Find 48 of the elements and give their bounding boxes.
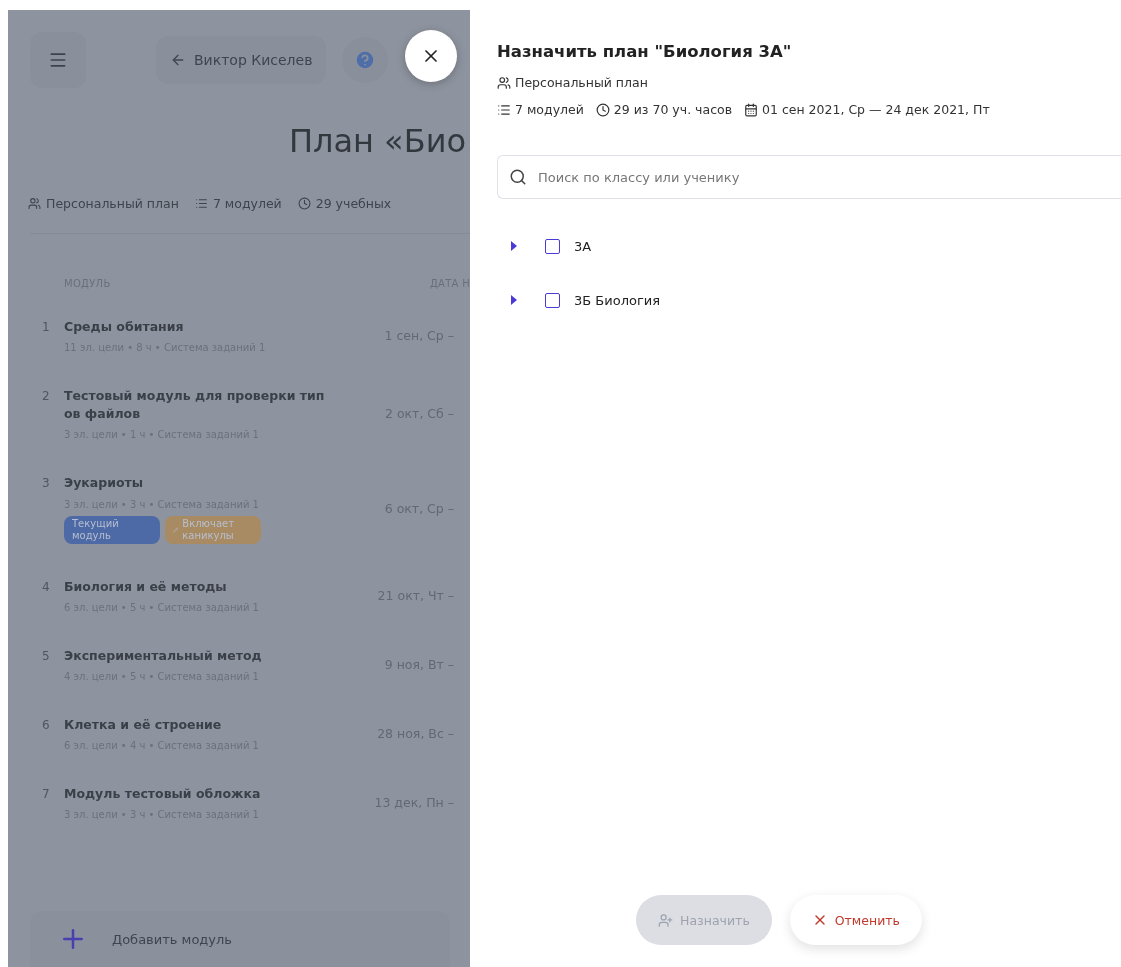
tree-label[interactable]: 3Б Биология	[574, 292, 660, 308]
pencil-icon	[173, 525, 179, 534]
row-number: 3	[42, 476, 51, 491]
meta-text: 7 модулей	[515, 102, 584, 117]
module-tag: Включает каникулы	[165, 515, 261, 544]
module-title[interactable]: Среды обитания	[64, 318, 326, 337]
checkbox[interactable]	[545, 238, 560, 254]
module-title[interactable]: Биология и её методы	[64, 577, 326, 596]
meta-text: 7 модулей	[212, 196, 282, 211]
clock-icon	[297, 197, 311, 210]
checkbox[interactable]	[545, 292, 560, 308]
module-title[interactable]: Экспериментальный метод	[64, 646, 326, 665]
back-link[interactable]: Виктор Киселев	[156, 36, 327, 84]
page-title: План «Био	[287, 122, 467, 160]
meta-text: Персональный план	[46, 196, 179, 211]
row-number: 6	[42, 717, 51, 732]
row-number: 5	[42, 648, 51, 663]
people-icon	[28, 197, 41, 210]
clock-icon	[595, 102, 610, 117]
list-icon	[194, 197, 208, 210]
row-number: 2	[42, 389, 51, 404]
tree-label[interactable]: 3А	[574, 238, 592, 254]
menu-icon	[48, 50, 68, 70]
meta-text: 29 из 70 уч. часов	[613, 102, 733, 117]
menu-button[interactable]	[30, 32, 86, 88]
row-number: 1	[42, 320, 51, 334]
help-icon	[354, 49, 377, 71]
expand-caret-icon[interactable]	[511, 241, 517, 251]
module-title[interactable]: Модуль тестовый обложка	[64, 784, 326, 803]
calendar-icon	[744, 102, 759, 117]
cancel-button[interactable]: Отменить	[789, 895, 922, 945]
meta-text: 29 учебных	[315, 196, 392, 211]
meta-text: 01 сен 2021, Ср — 24 дек 2021, Пт	[762, 102, 990, 117]
add-user-icon	[658, 912, 674, 928]
module-title[interactable]: Тестовый модуль для проверки типов файлов	[64, 387, 326, 424]
row-number: 4	[42, 579, 51, 594]
expand-caret-icon[interactable]	[511, 295, 517, 305]
module-title[interactable]: Клетка и её строение	[64, 715, 326, 734]
search-field[interactable]: Поиск по классу или ученику	[497, 155, 1121, 199]
row-number: 7	[42, 786, 51, 801]
search-icon	[509, 168, 527, 186]
list-icon	[497, 102, 511, 117]
close-button[interactable]	[405, 30, 457, 82]
drawer-title: Назначить план "Биология 3А"	[497, 42, 793, 61]
module-tag: Текущий модуль	[64, 515, 160, 544]
people-icon	[497, 75, 511, 90]
module-title[interactable]: Эукариоты	[64, 474, 326, 493]
plan-type: Персональный план	[515, 75, 648, 90]
